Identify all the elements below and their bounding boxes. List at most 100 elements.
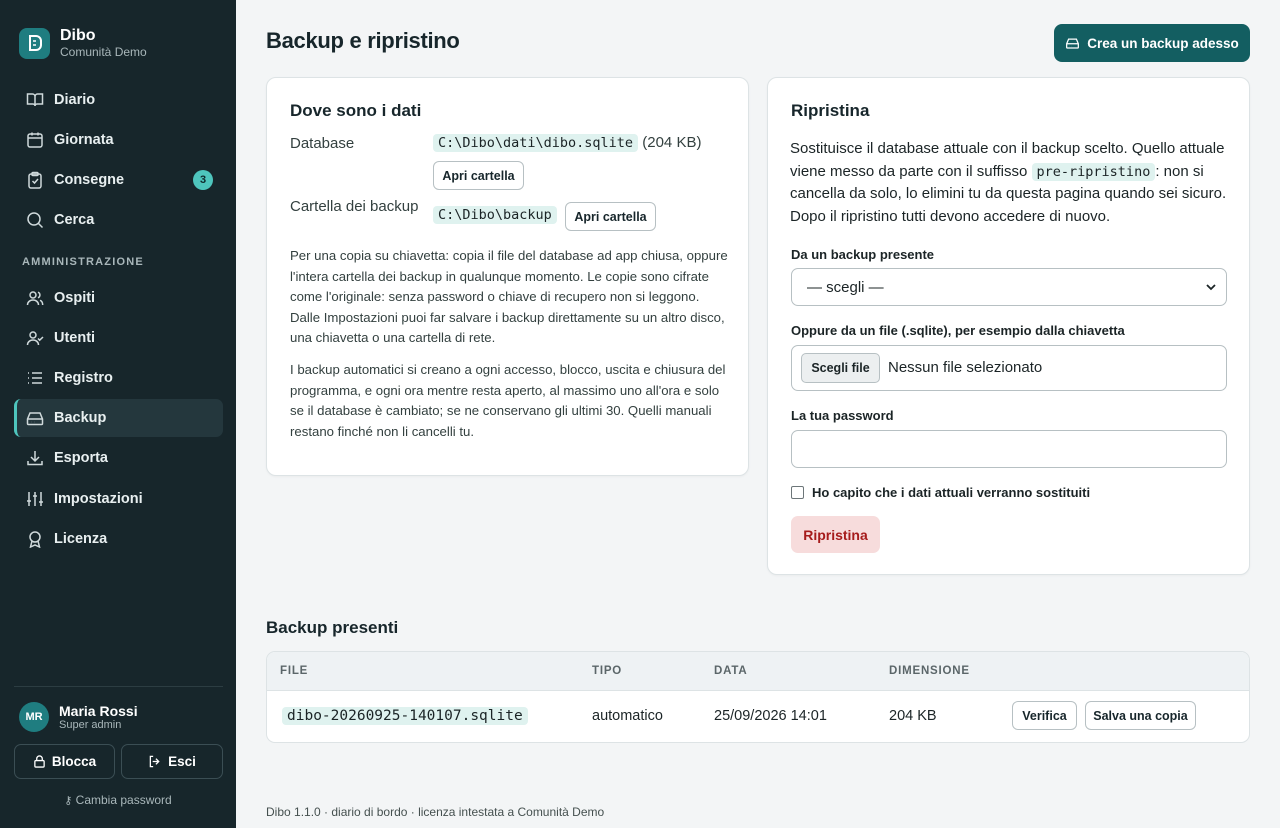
change-password-label: Cambia password <box>75 793 172 807</box>
download-icon <box>26 449 44 467</box>
consegne-count-badge: 3 <box>193 170 213 190</box>
usb-copy-info: Per una copia su chiavetta: copia il fil… <box>290 248 728 345</box>
database-label: Database <box>290 135 355 152</box>
backups-section-title: Backup presenti <box>266 618 399 637</box>
create-backup-button[interactable]: Crea un backup adesso <box>1054 24 1250 62</box>
open-backup-folder-button[interactable]: Apri cartella <box>565 202 656 231</box>
nav-label: Consegne <box>54 172 125 188</box>
nav-item-utenti[interactable]: Utenti <box>14 319 223 357</box>
admin-section-title: AMMINISTRAZIONE <box>22 256 144 268</box>
confirm-checkbox[interactable] <box>791 486 804 499</box>
auto-backup-info: I backup automatici si creano a ogni acc… <box>290 362 726 439</box>
choose-file-button[interactable]: Scegli file <box>801 353 880 383</box>
nav-label: Backup <box>54 410 107 426</box>
avatar: MR <box>19 702 49 732</box>
user-name: Maria Rossi <box>59 702 138 719</box>
backup-size: 204 KB <box>889 708 937 724</box>
hard-drive-icon <box>1066 38 1080 49</box>
nav-label: Impostazioni <box>54 491 143 507</box>
column-header: TIPO <box>592 665 623 677</box>
page-title: Backup e ripristino <box>266 28 460 53</box>
pre-restore-suffix: pre-ripristino <box>1031 162 1156 181</box>
logout-label: Esci <box>168 754 196 769</box>
nav-item-giornata[interactable]: Giornata <box>14 121 223 159</box>
column-header: DIMENSIONE <box>889 665 970 677</box>
list-icon <box>26 369 44 387</box>
create-backup-label: Crea un backup adesso <box>1087 35 1239 51</box>
brand-subtitle: Comunità Demo <box>60 45 147 59</box>
hard-drive-icon <box>26 409 44 427</box>
book-icon <box>26 91 44 109</box>
user-check-icon <box>26 329 44 347</box>
brand-name: Dibo <box>60 27 96 44</box>
backup-type: automatico <box>592 708 663 724</box>
sidebar-divider <box>14 686 223 687</box>
nav-item-cerca[interactable]: Cerca <box>14 201 223 239</box>
column-header: DATA <box>714 665 748 677</box>
chevron-down-icon <box>1206 284 1216 291</box>
file-status: Nessun file selezionato <box>888 359 1043 376</box>
table-header: FILE TIPO DATA DIMENSIONE <box>267 652 1249 691</box>
dibo-logo-icon <box>19 27 50 59</box>
select-value: — scegli — <box>807 278 884 296</box>
confirm-row[interactable]: Ho capito che i dati attuali verranno so… <box>791 485 1090 500</box>
backups-table: FILE TIPO DATA DIMENSIONE dibo-20260925-… <box>266 651 1250 743</box>
nav-label: Esporta <box>54 450 108 466</box>
card-title: Ripristina <box>791 101 870 120</box>
save-copy-button[interactable]: Salva una copia <box>1085 701 1196 730</box>
open-db-folder-button[interactable]: Apri cartella <box>433 161 524 190</box>
award-icon <box>26 530 44 548</box>
database-path: C:\Dibo\dati\dibo.sqlite <box>433 134 639 152</box>
existing-backup-label: Da un backup presente <box>791 247 935 262</box>
nav-item-licenza[interactable]: Licenza <box>14 520 223 558</box>
sliders-icon <box>26 490 44 508</box>
nav-label: Giornata <box>54 132 114 148</box>
existing-backup-select[interactable]: — scegli — <box>791 268 1227 306</box>
users-icon <box>26 289 44 307</box>
file-input[interactable]: Scegli file Nessun file selezionato <box>791 345 1227 391</box>
lock-label: Blocca <box>51 754 97 769</box>
card-title: Dove sono i dati <box>290 101 422 120</box>
lock-icon <box>34 755 45 768</box>
nav-item-diario[interactable]: Diario <box>14 81 223 119</box>
clipboard-icon <box>26 171 44 189</box>
logout-button[interactable]: Esci <box>121 744 223 779</box>
file-upload-label: Oppure da un file (.sqlite), per esempio… <box>791 323 1125 338</box>
current-user: MR Maria Rossi Super admin <box>19 702 138 732</box>
password-label: La tua password <box>791 408 894 423</box>
confirm-label: Ho capito che i dati attuali verranno so… <box>812 485 1091 500</box>
backup-file-name: dibo-20260925-140107.sqlite <box>282 707 528 725</box>
logout-icon <box>149 755 160 768</box>
change-password-link[interactable]: ⚷ Cambia password <box>0 793 236 807</box>
backup-date: 25/09/2026 14:01 <box>714 708 827 724</box>
brand[interactable]: Dibo Comunità Demo <box>19 27 147 59</box>
backup-folder-path: C:\Dibo\backup <box>433 206 557 224</box>
sidebar: Dibo Comunità Demo Diario Giornata Conse… <box>0 0 236 828</box>
nav-label: Utenti <box>54 330 96 346</box>
nav-item-impostazioni[interactable]: Impostazioni <box>14 480 223 518</box>
key-icon: ⚷ <box>64 795 73 807</box>
nav-label: Licenza <box>54 531 108 547</box>
user-role: Super admin <box>59 718 122 731</box>
verify-button[interactable]: Verifica <box>1012 701 1077 730</box>
nav-label: Cerca <box>54 212 95 228</box>
nav-label: Diario <box>54 92 96 108</box>
nav-label: Registro <box>54 370 113 386</box>
nav-label: Ospiti <box>54 290 96 306</box>
nav-item-consegne[interactable]: Consegne 3 <box>14 161 223 199</box>
nav-item-registro[interactable]: Registro <box>14 359 223 397</box>
nav-item-backup[interactable]: Backup <box>14 399 223 437</box>
restore-description: Sostituisce il database attuale con il b… <box>790 138 1230 228</box>
footer: Dibo 1.1.0 · diario di bordo · licenza i… <box>266 805 605 819</box>
database-size: (204 KB) <box>642 134 702 151</box>
password-field[interactable] <box>791 430 1227 468</box>
calendar-icon <box>26 131 44 149</box>
restore-button[interactable]: Ripristina <box>791 516 880 553</box>
backup-folder-label: Cartella dei backup <box>290 198 419 215</box>
column-header: FILE <box>280 665 309 677</box>
nav-item-ospiti[interactable]: Ospiti <box>14 279 223 317</box>
data-location-card: Dove sono i dati Database C:\Dibo\dati\d… <box>266 77 749 476</box>
nav-item-esporta[interactable]: Esporta <box>14 439 223 477</box>
lock-button[interactable]: Blocca <box>14 744 115 779</box>
search-icon <box>26 211 44 229</box>
